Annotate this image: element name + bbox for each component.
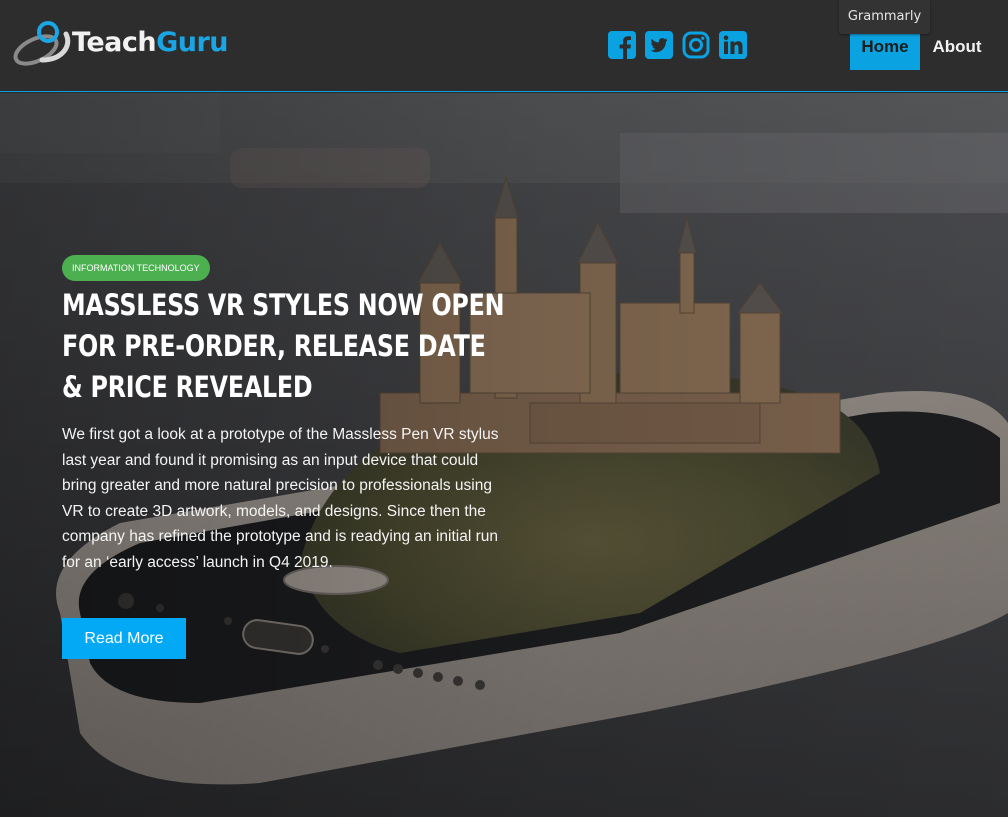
logo-icon	[13, 21, 71, 66]
page: TeachGuru Home About Grammarly INFORMATI…	[0, 0, 1008, 817]
category-badge[interactable]: INFORMATION TECHNOLOGY	[62, 255, 210, 281]
hero-section: INFORMATION TECHNOLOGY MASSLESS VR STYLE…	[0, 93, 1008, 817]
twitter-icon[interactable]	[645, 31, 673, 59]
linkedin-icon[interactable]	[719, 31, 747, 59]
social-links	[608, 31, 747, 59]
logo-text: TeachGuru	[72, 26, 229, 58]
facebook-icon[interactable]	[608, 31, 636, 59]
article-excerpt: We first got a look at a prototype of th…	[62, 426, 499, 571]
main-nav: Home About	[850, 28, 992, 70]
grammarly-tooltip: Grammarly	[839, 0, 930, 34]
logo-text-guru: Guru	[156, 26, 229, 58]
nav-about[interactable]: About	[922, 28, 992, 70]
read-more-button[interactable]: Read More	[62, 618, 186, 659]
site-logo[interactable]: TeachGuru	[12, 16, 229, 68]
article-title[interactable]: MASSLESS VR STYLES NOW OPEN FOR PRE-ORDE…	[62, 285, 513, 408]
instagram-icon[interactable]	[682, 31, 710, 59]
nav-home[interactable]: Home	[850, 28, 920, 70]
site-header: TeachGuru Home About Grammarly	[0, 0, 1008, 92]
logo-text-teach: Teach	[72, 26, 157, 58]
